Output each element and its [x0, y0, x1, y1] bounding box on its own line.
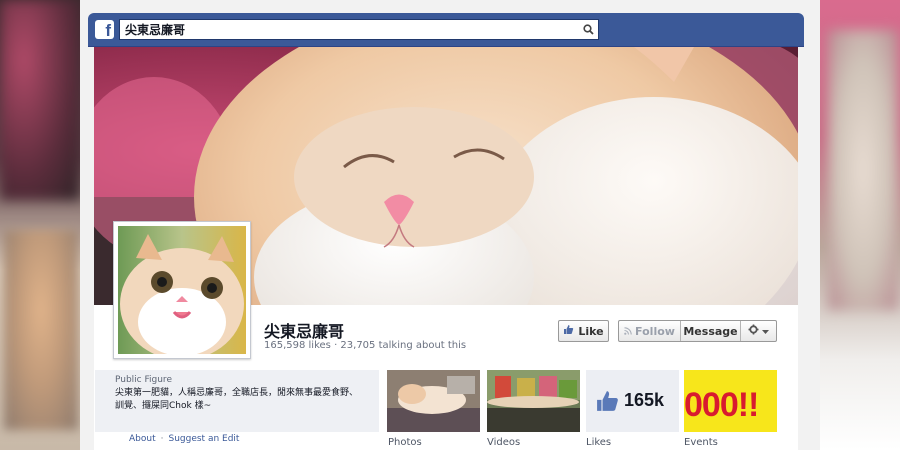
page-actions-group: Follow Message [618, 320, 777, 342]
events-image-text: 000!! [684, 386, 759, 424]
search-value[interactable]: 尖東忌廉哥 [125, 21, 578, 38]
profile-picture[interactable] [113, 221, 251, 359]
likes-tile-label[interactable]: Likes [586, 437, 611, 448]
about-box: Public Figure 尖東第一肥貓，人稱忌廉哥，全職店長，閒來無事最愛食野… [95, 370, 379, 432]
caret-down-icon [762, 325, 769, 338]
page-description: 尖東第一肥貓，人稱忌廉哥，全職店長，閒來無事最愛食野、訓覺、攞屎同Chok 樣~ [115, 388, 359, 411]
photos-tile-label[interactable]: Photos [388, 437, 422, 448]
background-blur [828, 30, 898, 310]
page-title: 尖東忌廉哥 [264, 322, 345, 341]
facebook-top-bar: f 尖東忌廉哥 [88, 13, 804, 47]
likes-count: 165k [624, 390, 665, 410]
like-button-label: Like [578, 324, 604, 338]
about-link[interactable]: About [129, 434, 156, 444]
settings-dropdown-button[interactable] [741, 321, 776, 341]
videos-tile[interactable] [487, 370, 580, 432]
events-tile-label[interactable]: Events [684, 437, 718, 448]
suggest-edit-link[interactable]: Suggest an Edit [168, 434, 239, 444]
likes-tile[interactable]: 165k [586, 370, 679, 432]
thumbs-up-icon [563, 324, 574, 338]
photos-tile[interactable] [387, 370, 480, 432]
rss-icon [624, 325, 632, 338]
magnifier-icon[interactable] [578, 20, 598, 39]
message-button[interactable]: Message [681, 321, 741, 341]
page-stats: 165,598 likes · 23,705 talking about thi… [264, 340, 467, 351]
link-separator: · [160, 434, 164, 444]
like-button[interactable]: Like [558, 320, 609, 342]
gear-icon [748, 324, 759, 338]
about-links: About · Suggest an Edit [129, 434, 239, 444]
page-category: Public Figure [115, 375, 172, 385]
background-blur [4, 230, 78, 430]
background-left [0, 0, 80, 450]
background-right [818, 0, 900, 450]
videos-tile-label[interactable]: Videos [487, 437, 520, 448]
background-blur [0, 0, 80, 200]
events-tile[interactable]: 000!! [684, 370, 777, 432]
facebook-logo-icon[interactable]: f [95, 20, 114, 39]
follow-button[interactable]: Follow [619, 321, 681, 341]
thumbs-up-icon [596, 390, 620, 416]
search-input[interactable]: 尖東忌廉哥 [119, 19, 599, 40]
follow-button-label: Follow [635, 324, 675, 338]
message-button-label: Message [683, 324, 738, 338]
